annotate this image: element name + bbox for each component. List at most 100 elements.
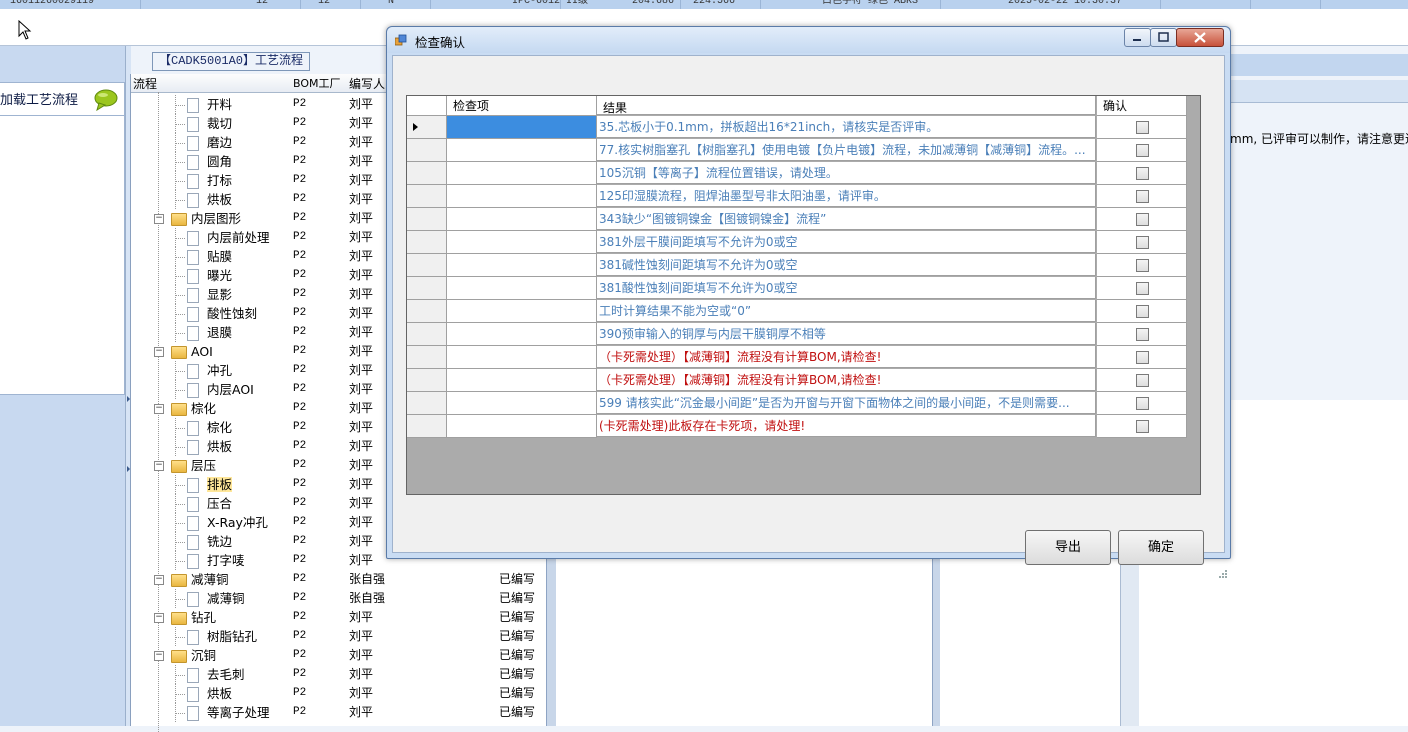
minimize-button[interactable]	[1124, 28, 1151, 47]
confirm-cell[interactable]	[1097, 231, 1187, 254]
confirm-checkbox[interactable]	[1136, 374, 1149, 387]
collapse-toggle-icon[interactable]: −	[154, 575, 164, 585]
header-result[interactable]: 结果	[597, 96, 1096, 115]
ok-button[interactable]: 确定	[1118, 530, 1204, 565]
confirm-cell[interactable]	[1097, 162, 1187, 185]
dialog-title-bar[interactable]: 检查确认	[387, 27, 1230, 53]
row-header-cell[interactable]	[407, 369, 447, 392]
result-cell[interactable]: （卡死需处理）【减薄铜】流程没有计算BOM,请检查!	[597, 369, 1096, 391]
collapse-toggle-icon[interactable]: −	[154, 651, 164, 661]
tree-row[interactable]: 减薄铜 P2 张自强 已编写	[131, 589, 547, 608]
top-row-cell[interactable]: 16011260029119	[10, 0, 94, 7]
header-check-item[interactable]: 检查项	[447, 96, 597, 116]
grid-row[interactable]: 343缺少“图镀铜镍金【图镀铜镍金】流程”	[407, 208, 1187, 231]
confirm-checkbox[interactable]	[1136, 328, 1149, 341]
result-cell[interactable]: 105沉铜【等离子】流程位置错误，请处理。	[597, 162, 1096, 184]
tree-row[interactable]: − 钻孔 P2 刘平 已编写	[131, 608, 547, 627]
tree-row[interactable]: − 减薄铜 P2 张自强 已编写	[131, 570, 547, 589]
grid-row[interactable]: 105沉铜【等离子】流程位置错误，请处理。	[407, 162, 1187, 185]
close-button[interactable]	[1176, 28, 1224, 47]
header-confirm[interactable]: 确认	[1097, 96, 1187, 116]
resize-grip-icon[interactable]	[1219, 570, 1227, 578]
collapse-toggle-icon[interactable]: −	[154, 461, 164, 471]
result-cell[interactable]: 381外层干膜间距填写不允许为0或空	[597, 231, 1096, 253]
confirm-checkbox[interactable]	[1136, 236, 1149, 249]
collapse-toggle-icon[interactable]: −	[154, 613, 164, 623]
row-header-cell[interactable]	[407, 231, 447, 254]
row-header-cell[interactable]	[407, 162, 447, 185]
confirm-cell[interactable]	[1097, 323, 1187, 346]
grid-corner-cell[interactable]	[407, 96, 447, 116]
process-flow-tab[interactable]: 【CADK5001A0】工艺流程	[152, 52, 311, 71]
confirm-cell[interactable]	[1097, 277, 1187, 300]
top-row-cell[interactable]: 12	[256, 0, 268, 7]
check-item-cell[interactable]	[447, 139, 597, 162]
check-item-cell[interactable]	[447, 369, 597, 392]
top-row-cell[interactable]: 2025-02-22 10:30:37	[1008, 0, 1122, 7]
confirm-checkbox[interactable]	[1136, 144, 1149, 157]
top-row-cell[interactable]: N	[388, 0, 394, 7]
top-row-cell[interactable]: 12	[318, 0, 330, 7]
confirm-cell[interactable]	[1097, 185, 1187, 208]
confirm-cell[interactable]	[1097, 369, 1187, 392]
top-row-cell[interactable]: IPC-6012 II级	[512, 0, 588, 7]
result-cell[interactable]: 77.核实树脂塞孔【树脂塞孔】使用电镀【负片电镀】流程，未加减薄铜【减薄铜】流程…	[597, 139, 1096, 161]
confirm-cell[interactable]	[1097, 392, 1187, 415]
confirm-checkbox[interactable]	[1136, 190, 1149, 203]
confirm-checkbox[interactable]	[1136, 420, 1149, 433]
confirm-checkbox[interactable]	[1136, 121, 1149, 134]
result-cell[interactable]: （卡死需处理）【减薄铜】流程没有计算BOM,请检查!	[597, 346, 1096, 368]
check-results-grid[interactable]: 检查项 结果 确认 35.芯板小于0.1mm，拼板超出16*21inch，请核实…	[406, 95, 1201, 495]
result-cell[interactable]: 343缺少“图镀铜镍金【图镀铜镍金】流程”	[597, 208, 1096, 230]
load-process-header[interactable]: 加载工艺流程	[0, 83, 124, 116]
confirm-cell[interactable]	[1097, 415, 1187, 438]
check-item-cell[interactable]	[447, 300, 597, 323]
grid-row[interactable]: 599 请核实此“沉金最小间距”是否为开窗与开窗下面物体之间的最小间距，不是则需…	[407, 392, 1187, 415]
check-item-cell[interactable]	[447, 185, 597, 208]
grid-row[interactable]: 125印湿膜流程，阻焊油墨型号非太阳油墨，请评审。	[407, 185, 1187, 208]
check-item-cell[interactable]	[447, 346, 597, 369]
grid-row[interactable]: 35.芯板小于0.1mm，拼板超出16*21inch，请核实是否评审。	[407, 116, 1187, 139]
top-row-cell[interactable]: 白色字符 绿色 ABRS	[822, 0, 918, 7]
top-row-cell[interactable]: 224.566	[693, 0, 735, 7]
check-item-cell[interactable]	[447, 116, 597, 139]
confirm-cell[interactable]	[1097, 254, 1187, 277]
header-author[interactable]: 编写人	[349, 75, 385, 92]
grid-row[interactable]: 381外层干膜间距填写不允许为0或空	[407, 231, 1187, 254]
confirm-cell[interactable]	[1097, 208, 1187, 231]
maximize-button[interactable]	[1150, 28, 1177, 47]
top-row-cell[interactable]: 204.686	[632, 0, 674, 7]
confirm-checkbox[interactable]	[1136, 259, 1149, 272]
row-header-cell[interactable]	[407, 208, 447, 231]
collapse-toggle-icon[interactable]: −	[154, 214, 164, 224]
confirm-checkbox[interactable]	[1136, 305, 1149, 318]
result-cell[interactable]: 35.芯板小于0.1mm，拼板超出16*21inch，请核实是否评审。	[597, 116, 1096, 138]
result-cell[interactable]: 599 请核实此“沉金最小间距”是否为开窗与开窗下面物体之间的最小间距，不是则需…	[597, 392, 1096, 414]
check-item-cell[interactable]	[447, 415, 597, 438]
grid-row[interactable]: （卡死需处理）【减薄铜】流程没有计算BOM,请检查!	[407, 346, 1187, 369]
tree-row[interactable]: − 沉铜 P2 刘平 已编写	[131, 646, 547, 665]
check-item-cell[interactable]	[447, 392, 597, 415]
confirm-cell[interactable]	[1097, 139, 1187, 162]
confirm-checkbox[interactable]	[1136, 213, 1149, 226]
check-item-cell[interactable]	[447, 323, 597, 346]
header-process[interactable]: 流程	[133, 75, 157, 92]
row-header-cell[interactable]	[407, 415, 447, 438]
grid-row[interactable]: （卡死需处理）【减薄铜】流程没有计算BOM,请检查!	[407, 369, 1187, 392]
tree-row[interactable]: 树脂钻孔 P2 刘平 已编写	[131, 627, 547, 646]
result-cell[interactable]: 125印湿膜流程，阻焊油墨型号非太阳油墨，请评审。	[597, 185, 1096, 207]
row-header-cell[interactable]	[407, 277, 447, 300]
export-button[interactable]: 导出	[1025, 530, 1111, 565]
tree-row[interactable]: 烘板 P2 刘平 已编写	[131, 684, 547, 703]
result-cell[interactable]: (卡死需处理)此板存在卡死项，请处理!	[597, 415, 1096, 437]
row-header-cell[interactable]	[407, 139, 447, 162]
result-cell[interactable]: 381酸性蚀刻间距填写不允许为0或空	[597, 277, 1096, 299]
check-item-cell[interactable]	[447, 208, 597, 231]
tree-row[interactable]: 等离子处理 P2 刘平 已编写	[131, 703, 547, 722]
grid-row[interactable]: (卡死需处理)此板存在卡死项，请处理!	[407, 415, 1187, 438]
grid-row[interactable]: 77.核实树脂塞孔【树脂塞孔】使用电镀【负片电镀】流程，未加减薄铜【减薄铜】流程…	[407, 139, 1187, 162]
confirm-cell[interactable]	[1097, 300, 1187, 323]
header-bom-factory[interactable]: BOM工厂	[293, 75, 341, 91]
grid-row[interactable]: 390预审输入的铜厚与内层干膜铜厚不相等	[407, 323, 1187, 346]
check-item-cell[interactable]	[447, 254, 597, 277]
